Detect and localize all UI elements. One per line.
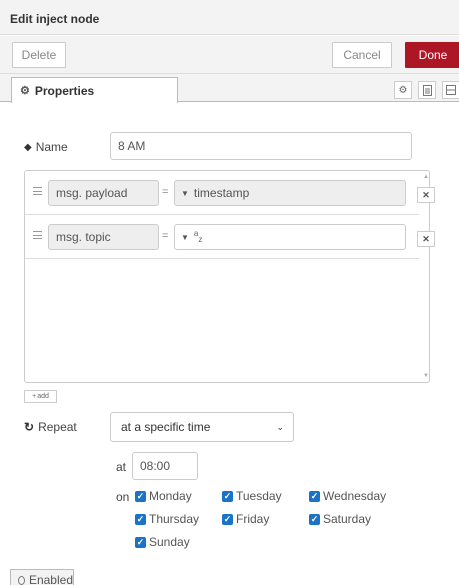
day-label: Saturday [323,512,372,526]
repeat-icon: ↻ [24,420,35,434]
equals-sign: = [162,230,169,242]
caret-down-icon[interactable]: ▼ [181,233,189,242]
repeat-select[interactable]: at a specific time ⌄ [110,412,294,442]
circle-icon [18,575,25,585]
day-checkbox-friday[interactable]: ✓ Friday [222,512,269,526]
repeat-label-text: Repeat [38,420,77,434]
property-target-field[interactable]: msg. payload [48,180,159,206]
checkbox-checked-icon[interactable]: ✓ [135,513,146,525]
tab-description[interactable] [418,81,436,99]
day-checkbox-saturday[interactable]: ✓ Saturday [309,512,371,526]
drag-handle-icon[interactable] [33,231,42,239]
day-checkbox-tuesday[interactable]: ✓ Tuesday [222,489,282,503]
tab-appearance[interactable] [442,81,459,99]
cancel-button[interactable]: Cancel [332,42,392,68]
appearance-icon [446,85,456,95]
tab-settings[interactable]: ⚙ [394,81,412,99]
property-target-field[interactable]: msg. topic [48,224,159,250]
gear-icon: ⚙ [20,85,30,97]
name-label: ◆ Name [24,140,68,154]
property-value-field[interactable]: ▼ timestamp [174,180,406,206]
add-button-label: add [37,393,49,400]
checkbox-checked-icon[interactable]: ✓ [309,513,320,525]
property-value-text: timestamp [193,186,250,200]
day-label: Monday [149,489,192,503]
caret-down-icon[interactable]: ▼ [181,189,189,198]
properties-list[interactable]: msg. payload = ▼ timestamp ✕ msg. topic … [24,170,435,383]
day-checkbox-wednesday[interactable]: ✓ Wednesday [309,489,386,503]
checkbox-checked-icon[interactable]: ✓ [135,490,146,502]
day-label: Tuesday [236,489,282,503]
done-button[interactable]: Done [405,42,459,68]
description-icon [422,84,432,96]
close-icon: ✕ [422,233,430,244]
checkbox-checked-icon[interactable]: ✓ [222,513,233,525]
tab-properties-label: Properties [34,83,95,98]
property-value-field[interactable]: ▼ az [174,224,406,250]
at-label: at [116,460,127,474]
checkbox-checked-icon[interactable]: ✓ [309,490,320,502]
checkbox-checked-icon[interactable]: ✓ [135,536,146,548]
scroll-down-icon[interactable]: ▼ [423,373,429,379]
day-label: Thursday [149,512,200,526]
chevron-down-icon: ⌄ [276,422,284,432]
tab-bar: ⚙ Properties ⚙ [0,74,459,103]
page-title: Edit inject node [10,12,100,26]
list-item: msg. topic = ▼ az ✕ [25,215,435,259]
enabled-toggle-button[interactable]: Enabled [10,569,74,585]
day-label: Friday [236,512,270,526]
equals-sign: = [162,186,169,198]
repeat-select-value: at a specific time [121,420,211,434]
tray-header: Edit inject node [0,0,459,35]
repeat-label: ↻ Repeat [24,420,77,434]
day-label: Wednesday [323,489,387,503]
day-label: Sunday [149,535,190,549]
drag-handle-icon[interactable] [33,187,42,195]
remove-row-button[interactable]: ✕ [417,231,435,247]
tab-properties[interactable]: ⚙ Properties [11,77,178,103]
string-type-icon: az [193,228,203,245]
enabled-label: Enabled [28,573,73,585]
day-checkbox-monday[interactable]: ✓ Monday [135,489,192,503]
add-button[interactable]: + add [24,390,57,403]
checkbox-checked-icon[interactable]: ✓ [222,490,233,502]
scroll-up-icon[interactable]: ▲ [423,174,429,180]
tag-icon: ◆ [24,141,32,153]
day-checkbox-thursday[interactable]: ✓ Thursday [135,512,199,526]
day-checkbox-sunday[interactable]: ✓ Sunday [135,535,190,549]
name-label-text: Name [35,140,68,154]
tray-toolbar: Delete Cancel Done [0,36,459,74]
on-label: on [116,490,130,504]
remove-row-button[interactable]: ✕ [417,187,435,203]
plus-icon: + [32,393,37,400]
gear-icon: ⚙ [398,84,408,96]
close-icon: ✕ [422,189,430,200]
list-item: msg. payload = ▼ timestamp ✕ [25,171,435,215]
time-input[interactable]: 08:00 [132,452,198,480]
name-input[interactable]: 8 AM [110,132,412,160]
delete-button[interactable]: Delete [12,42,66,68]
